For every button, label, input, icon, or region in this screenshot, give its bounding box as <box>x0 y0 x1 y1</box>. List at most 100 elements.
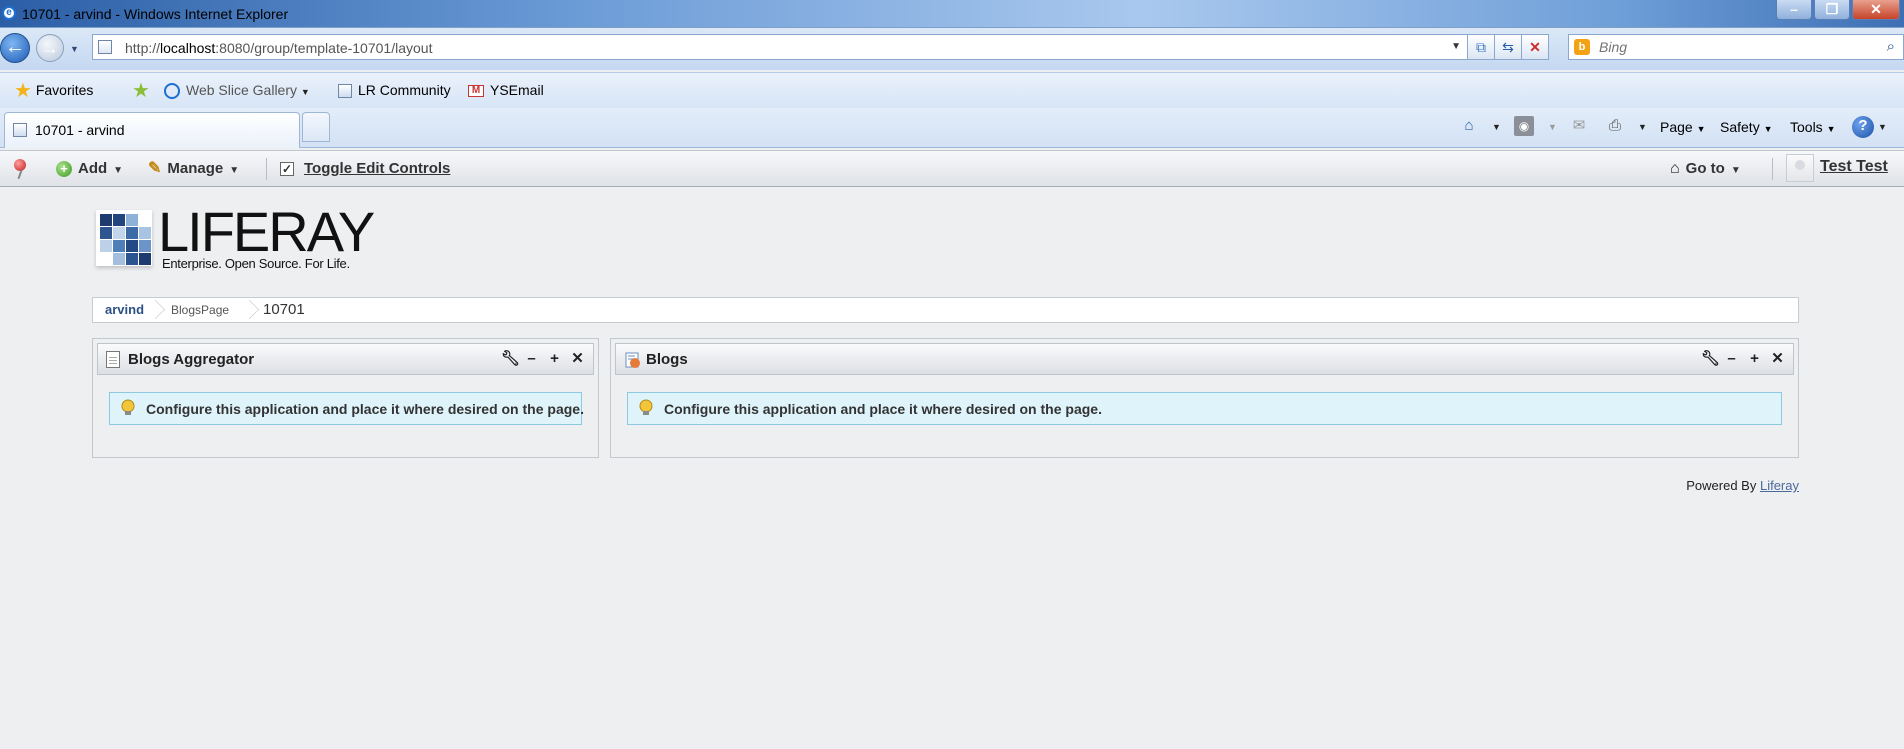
goto-menu-label: Go to <box>1685 160 1725 177</box>
stop-icon[interactable]: ✕ <box>1522 34 1549 60</box>
logo-tagline: Enterprise. Open Source. For Life. <box>162 256 350 271</box>
page-menu-label: Page <box>1660 119 1693 135</box>
add-menu-label: Add <box>78 160 108 177</box>
safety-menu-label: Safety <box>1720 119 1760 135</box>
avatar[interactable] <box>1786 154 1814 182</box>
minimize-button[interactable]: – <box>1776 0 1812 20</box>
portlet-title: Blogs <box>646 351 688 368</box>
feeds-icon[interactable]: ◉ <box>1514 116 1534 136</box>
ysemail-link[interactable]: M YSEmail <box>468 80 544 100</box>
manage-menu-label: Manage <box>167 160 224 177</box>
logo-grid-icon <box>96 210 152 266</box>
search-icon[interactable]: ⌕ <box>1887 38 1895 55</box>
lightbulb-icon <box>121 399 135 415</box>
portlet-info-message: Configure this application and place it … <box>109 392 584 425</box>
minimize-icon[interactable]: – <box>1724 350 1739 368</box>
chevron-down-icon: ▼ <box>1826 124 1836 134</box>
safety-menu[interactable]: Safety ▼ <box>1720 116 1773 138</box>
document-icon <box>106 351 120 368</box>
new-tab-button[interactable] <box>302 112 330 142</box>
feeds-dropdown-icon[interactable]: ▼ <box>1548 118 1557 136</box>
page-menu[interactable]: Page ▼ <box>1660 116 1706 138</box>
address-bar[interactable]: http://localhost:8080/group/template-107… <box>92 34 1468 60</box>
ie-icon <box>164 83 180 100</box>
search-box[interactable]: b ⌕ <box>1568 34 1904 60</box>
add-menu[interactable]: + Add ▼ <box>56 158 123 180</box>
close-icon[interactable]: ✕ <box>1770 350 1785 368</box>
favorites-label: Favorites <box>35 82 94 98</box>
portlet-controls: 🔧︎ – + ✕ <box>501 350 585 368</box>
breadcrumb: arvind BlogsPage 10701 <box>92 297 1799 323</box>
add-favorite-star-icon: ★ <box>132 80 150 103</box>
add-to-favorites-bar-icon[interactable]: ★ <box>132 80 150 103</box>
window-title-bar: e 10701 - arvind - Windows Internet Expl… <box>0 0 1904 28</box>
address-dropdown-icon[interactable]: ▼ <box>1451 41 1461 52</box>
close-icon[interactable]: ✕ <box>570 350 585 368</box>
wrench-icon[interactable]: 🔧︎ <box>501 350 520 368</box>
info-message-text: Configure this application and place it … <box>146 401 584 417</box>
search-input[interactable] <box>1599 38 1849 56</box>
tab-active[interactable]: 10701 - arvind <box>4 112 300 148</box>
tab-label: 10701 - arvind <box>35 122 125 138</box>
compatibility-view-icon[interactable]: ⧉ <box>1468 34 1495 60</box>
help-dropdown-icon[interactable]: ▼ <box>1878 118 1887 136</box>
gmail-icon: M <box>468 85 484 98</box>
lightbulb-icon <box>639 399 653 415</box>
url-host: localhost <box>160 40 216 56</box>
close-window-button[interactable]: ✕ <box>1852 0 1900 20</box>
portlet-title: Blogs Aggregator <box>128 351 255 368</box>
blogs-aggregator-portlet: Blogs Aggregator 🔧︎ – + ✕ Configure this… <box>92 338 599 458</box>
forward-button[interactable]: → <box>36 34 64 62</box>
portlet-header[interactable]: Blogs Aggregator 🔧︎ – + ✕ <box>97 343 594 375</box>
maximize-icon[interactable]: + <box>1747 350 1762 368</box>
tools-menu[interactable]: Tools ▼ <box>1790 116 1836 138</box>
lr-community-link[interactable]: LR Community <box>338 80 451 100</box>
help-icon[interactable]: ? <box>1852 116 1874 138</box>
home-icon[interactable]: ⌂ <box>1458 116 1480 136</box>
ie-logo-icon: e <box>2 6 16 20</box>
window-controls: – ❐ ✕ <box>1776 0 1900 20</box>
user-name-link[interactable]: Test Test <box>1820 158 1888 176</box>
info-message-text: Configure this application and place it … <box>664 401 1102 417</box>
favorites-star-icon: ★ <box>14 80 32 103</box>
blogs-icon <box>625 352 640 368</box>
tools-menu-label: Tools <box>1790 119 1823 135</box>
goto-menu[interactable]: ⌂ Go to ▼ <box>1670 158 1741 180</box>
breadcrumb-item-current: 10701 <box>263 301 305 318</box>
liferay-link[interactable]: Liferay <box>1760 478 1799 493</box>
manage-menu[interactable]: ✎ Manage ▼ <box>148 158 239 180</box>
breadcrumb-item-arvind[interactable]: arvind <box>105 298 144 322</box>
url-text[interactable]: http://localhost:8080/group/template-107… <box>125 40 432 56</box>
web-slice-gallery-label: Web Slice Gallery <box>186 82 298 98</box>
maximize-icon[interactable]: + <box>547 350 562 368</box>
checkbox-icon: ✓ <box>280 162 294 177</box>
web-slice-gallery-link[interactable]: Web Slice Gallery ▼ <box>164 80 310 100</box>
url-path: :8080/group/template-10701/layout <box>215 40 433 56</box>
chevron-down-icon: ▼ <box>1763 124 1773 134</box>
minimize-icon[interactable]: – <box>524 350 539 368</box>
window-title: 10701 - arvind - Windows Internet Explor… <box>22 6 289 22</box>
mail-icon[interactable]: ✉ <box>1568 116 1590 136</box>
dockbar-divider <box>1772 158 1773 180</box>
favorites-button[interactable]: ★ Favorites <box>14 80 94 103</box>
portlet-info-message: Configure this application and place it … <box>627 392 1782 425</box>
breadcrumb-item-blogspage[interactable]: BlogsPage <box>171 298 229 322</box>
refresh-icon[interactable]: ⇆ <box>1495 34 1522 60</box>
toggle-edit-controls[interactable]: ✓ Toggle Edit Controls <box>280 158 450 180</box>
chevron-down-icon: ▼ <box>229 165 240 176</box>
chevron-down-icon: ▼ <box>1730 165 1741 176</box>
blogs-portlet: Blogs 🔧︎ – + ✕ Configure this applicatio… <box>610 338 1799 458</box>
recent-pages-dropdown[interactable]: ▼ <box>70 44 79 54</box>
home-dropdown-icon[interactable]: ▼ <box>1492 118 1501 136</box>
url-prefix: http:// <box>125 40 161 56</box>
liferay-logo[interactable]: LIFERAY Enterprise. Open Source. For Lif… <box>92 202 375 286</box>
print-icon[interactable]: ⎙ <box>1604 116 1626 136</box>
print-dropdown-icon[interactable]: ▼ <box>1638 118 1647 136</box>
powered-by-text: Powered By <box>1686 478 1757 493</box>
add-icon: + <box>56 161 72 178</box>
restore-button[interactable]: ❐ <box>1814 0 1850 20</box>
address-tools: ⧉ ⇆ ✕ <box>1468 34 1549 60</box>
portlet-header[interactable]: Blogs 🔧︎ – + ✕ <box>615 343 1794 375</box>
back-button[interactable]: ← <box>0 33 30 63</box>
wrench-icon[interactable]: 🔧︎ <box>1701 350 1720 368</box>
